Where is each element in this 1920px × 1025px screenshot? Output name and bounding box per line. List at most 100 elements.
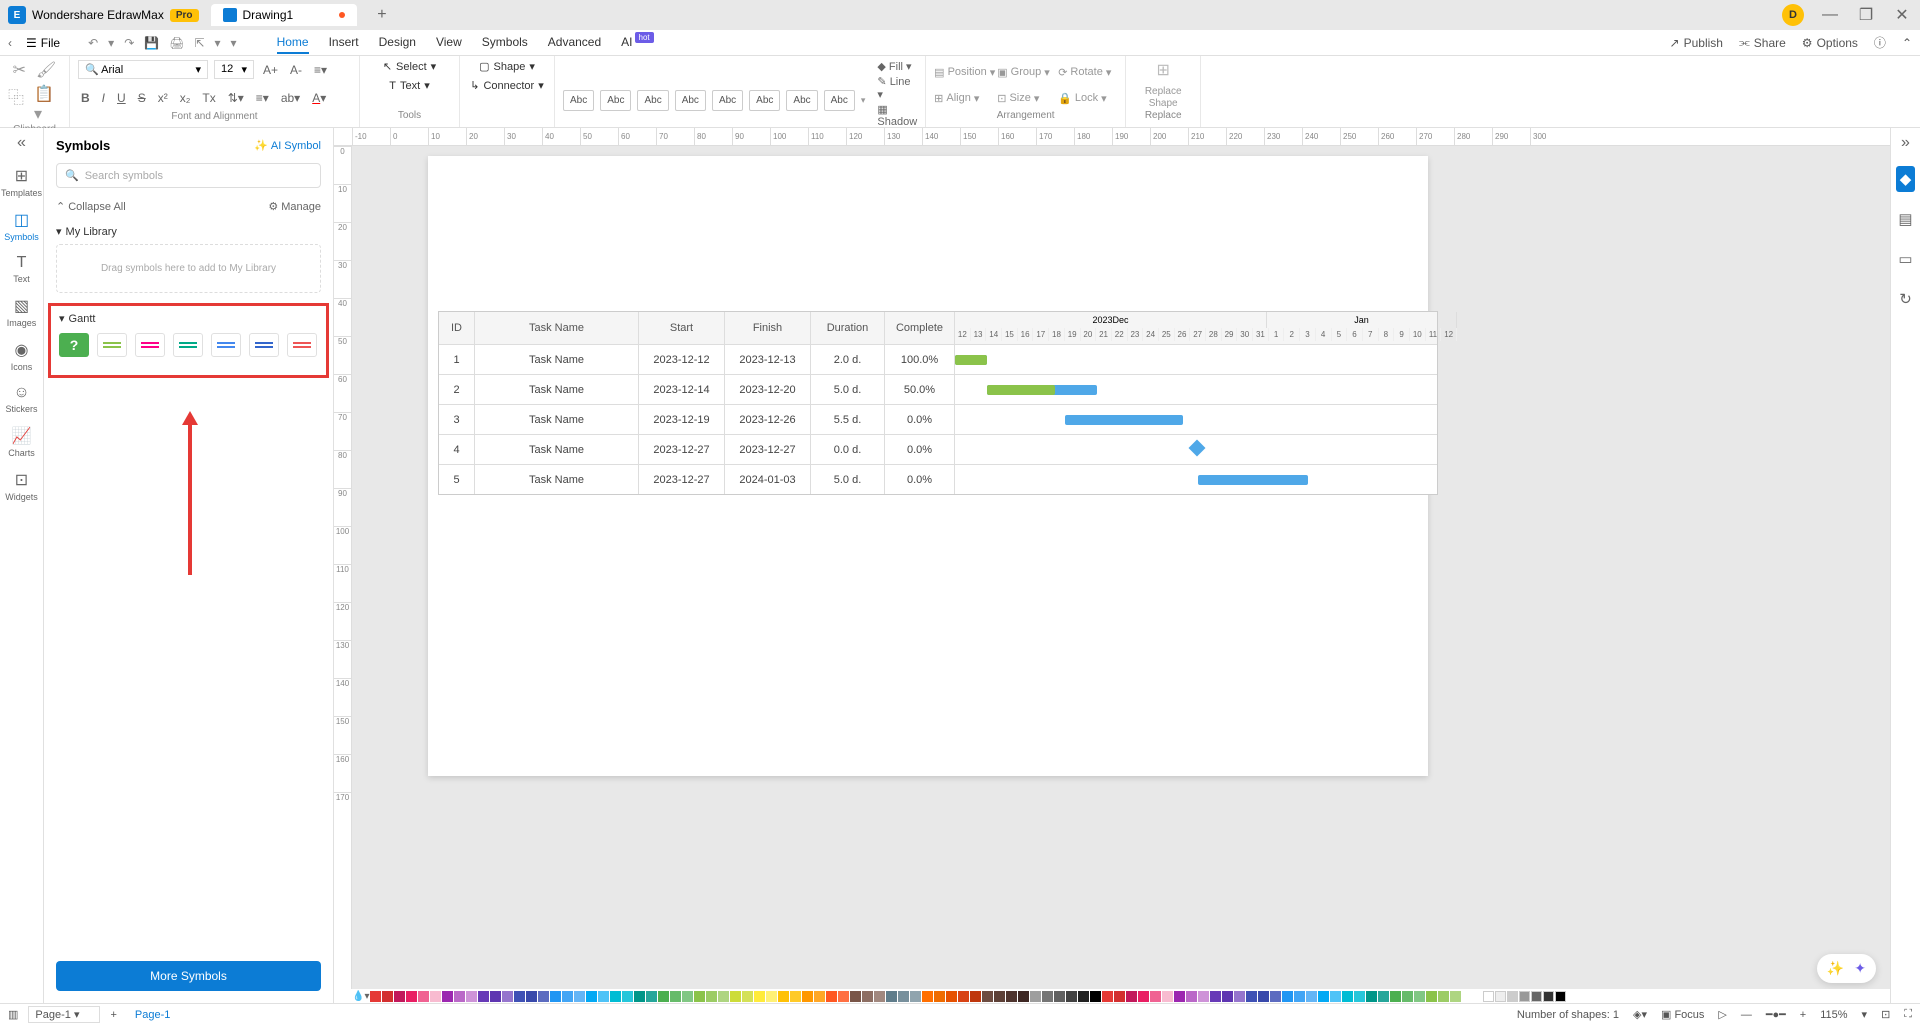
connector-tool[interactable]: ↳ Connector ▾ — [470, 79, 544, 92]
color-swatch[interactable] — [1450, 991, 1461, 1002]
add-tab-button[interactable]: + — [377, 6, 386, 24]
color-swatch[interactable] — [670, 991, 681, 1002]
gantt-thumb-6[interactable] — [287, 333, 317, 357]
color-swatch[interactable] — [1114, 991, 1125, 1002]
color-swatch[interactable] — [1198, 991, 1209, 1002]
undo-button[interactable]: ↶ — [88, 36, 98, 50]
layers-status-icon[interactable]: ◈▾ — [1633, 1008, 1647, 1021]
gantt-col-duration[interactable]: Duration — [811, 312, 885, 344]
publish-button[interactable]: ↗Publish — [1670, 36, 1723, 50]
sub-button[interactable]: x₂ — [177, 89, 194, 107]
color-swatch[interactable] — [766, 991, 777, 1002]
tab-insert[interactable]: Insert — [329, 32, 359, 54]
style-more[interactable]: ▾ — [861, 95, 866, 106]
color-swatch[interactable] — [1246, 991, 1257, 1002]
color-swatch[interactable] — [1414, 991, 1425, 1002]
color-swatch[interactable] — [526, 991, 537, 1002]
size-button[interactable]: ⊡ Size▾ — [997, 92, 1056, 105]
color-swatch[interactable] — [574, 991, 585, 1002]
color-swatch[interactable] — [1378, 991, 1389, 1002]
color-swatch[interactable] — [1531, 991, 1542, 1002]
gantt-thumb-4[interactable] — [211, 333, 241, 357]
spacing-button[interactable]: ⇅▾ — [225, 89, 247, 107]
color-swatch[interactable] — [622, 991, 633, 1002]
color-swatch[interactable] — [1318, 991, 1329, 1002]
increase-font-button[interactable]: A+ — [260, 61, 281, 79]
color-swatch[interactable] — [442, 991, 453, 1002]
focus-button[interactable]: ▣ Focus — [1661, 1008, 1704, 1021]
position-button[interactable]: ▤ Position▾ — [934, 66, 995, 79]
color-swatch[interactable] — [646, 991, 657, 1002]
tab-home[interactable]: Home — [277, 32, 309, 54]
color-swatch[interactable] — [1138, 991, 1149, 1002]
collapse-all-button[interactable]: ⌃ Collapse All — [56, 200, 126, 213]
sidebar-item-widgets[interactable]: ⊡Widgets — [1, 464, 42, 508]
colorbar-dropper-icon[interactable]: 💧▾ — [352, 991, 369, 1002]
color-swatch[interactable] — [406, 991, 417, 1002]
tab-symbols-menu[interactable]: Symbols — [482, 32, 528, 54]
color-swatch[interactable] — [418, 991, 429, 1002]
group-button[interactable]: ▣ Group▾ — [997, 66, 1056, 79]
color-swatch[interactable] — [1150, 991, 1161, 1002]
collapse-left-icon[interactable]: « — [17, 134, 26, 152]
color-swatch[interactable] — [550, 991, 561, 1002]
manage-button[interactable]: ⚙ Manage — [268, 200, 321, 213]
gantt-col-finish[interactable]: Finish — [725, 312, 811, 344]
color-swatch[interactable] — [1507, 991, 1518, 1002]
color-swatch[interactable] — [898, 991, 909, 1002]
user-avatar[interactable]: D — [1782, 4, 1804, 26]
gantt-chart[interactable]: ID Task Name Start Finish Duration Compl… — [438, 311, 1438, 495]
gantt-bar[interactable] — [1065, 415, 1183, 425]
color-swatch[interactable] — [1402, 991, 1413, 1002]
add-page-button[interactable]: + — [110, 1009, 116, 1021]
gantt-header[interactable]: ▾ Gantt — [59, 312, 318, 325]
shape-tool[interactable]: ▢ Shape ▾ — [479, 60, 535, 73]
color-swatch[interactable] — [1066, 991, 1077, 1002]
color-swatch[interactable] — [754, 991, 765, 1002]
canvas[interactable]: ID Task Name Start Finish Duration Compl… — [352, 146, 1890, 1003]
color-swatch[interactable] — [874, 991, 885, 1002]
color-swatch[interactable] — [478, 991, 489, 1002]
color-swatch[interactable] — [586, 991, 597, 1002]
sidebar-item-icons[interactable]: ◉Icons — [1, 334, 42, 378]
zoom-value[interactable]: 115% — [1820, 1009, 1847, 1021]
color-swatch[interactable] — [394, 991, 405, 1002]
fill-button[interactable]: ◆ Fill ▾ — [877, 60, 917, 73]
sidebar-item-symbols[interactable]: ◫Symbols — [1, 204, 42, 248]
tab-ai[interactable]: AIhot — [621, 32, 651, 54]
gantt-thumb-5[interactable] — [249, 333, 279, 357]
sidebar-item-images[interactable]: ▧Images — [1, 290, 42, 334]
color-swatch[interactable] — [1555, 991, 1566, 1002]
options-button[interactable]: ⚙Options — [1802, 36, 1858, 50]
color-swatch[interactable] — [658, 991, 669, 1002]
color-swatch[interactable] — [994, 991, 1005, 1002]
color-swatch[interactable] — [790, 991, 801, 1002]
color-swatch[interactable] — [1210, 991, 1221, 1002]
color-swatch[interactable] — [1330, 991, 1341, 1002]
fit-page-button[interactable]: ⊡ — [1881, 1008, 1890, 1021]
style-preset-3[interactable]: Abc — [637, 90, 668, 111]
library-dropzone[interactable]: Drag symbols here to add to My Library — [56, 244, 321, 293]
undo-dropdown[interactable]: ▾ — [108, 36, 114, 50]
gantt-col-task[interactable]: Task Name — [475, 312, 639, 344]
rotate-button[interactable]: ⟳ Rotate▾ — [1058, 66, 1117, 79]
sidebar-item-stickers[interactable]: ☺Stickers — [1, 378, 42, 420]
color-swatch[interactable] — [502, 991, 513, 1002]
more-symbols-button[interactable]: More Symbols — [56, 961, 321, 991]
color-swatch[interactable] — [1222, 991, 1233, 1002]
gantt-thumb-2[interactable] — [135, 333, 165, 357]
color-swatch[interactable] — [514, 991, 525, 1002]
gantt-col-complete[interactable]: Complete — [885, 312, 955, 344]
sidebar-item-text[interactable]: TText — [1, 248, 42, 290]
color-swatch[interactable] — [490, 991, 501, 1002]
color-swatch[interactable] — [1294, 991, 1305, 1002]
layers-icon[interactable]: ▥ — [8, 1008, 18, 1021]
color-swatch[interactable] — [958, 991, 969, 1002]
zoom-in-button[interactable]: + — [1800, 1009, 1806, 1021]
minimize-button[interactable]: — — [1820, 6, 1840, 24]
page-tab[interactable]: Page-1 — [127, 1009, 178, 1021]
list-button[interactable]: ≡▾ — [253, 89, 272, 107]
gantt-thumb-1[interactable] — [97, 333, 127, 357]
color-swatch[interactable] — [730, 991, 741, 1002]
paste-button[interactable]: 📋▾ — [34, 84, 61, 124]
